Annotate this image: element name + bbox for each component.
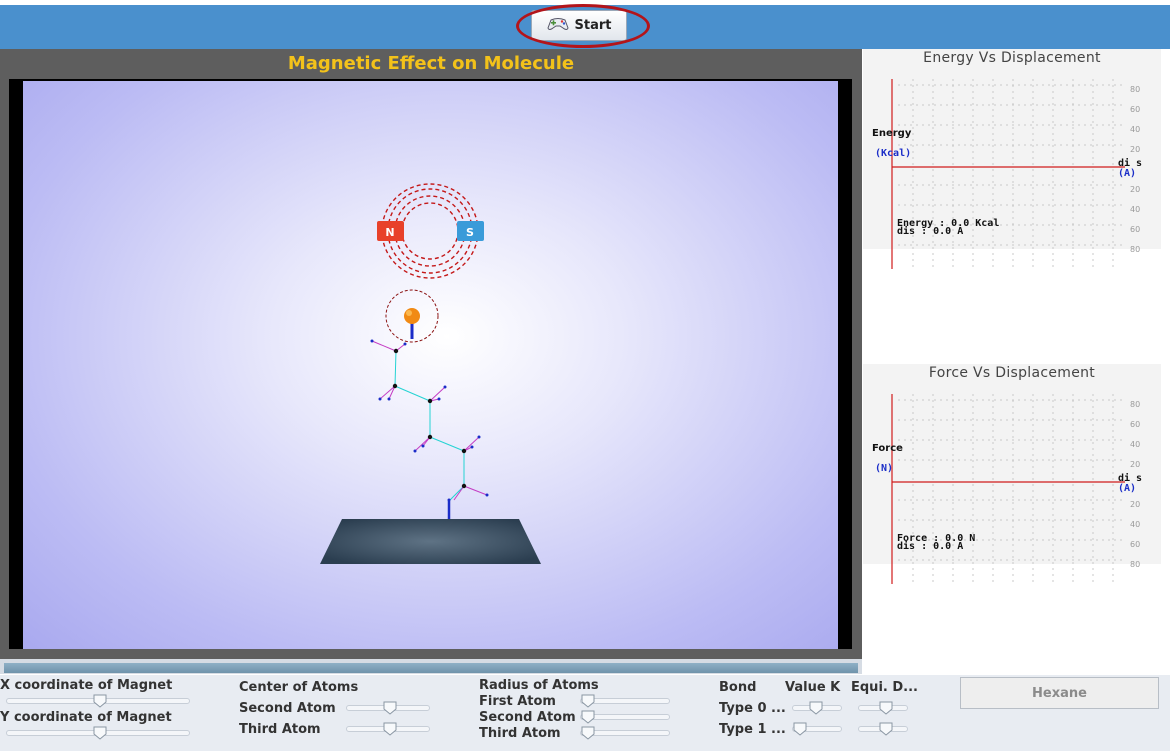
force-ticks: 80 60 40 20 20 40 60 80 bbox=[1130, 400, 1141, 569]
radius-second-atom-slider[interactable] bbox=[580, 710, 670, 724]
x-magnet-label: X coordinate of Magnet bbox=[0, 678, 173, 693]
slider-thumb[interactable] bbox=[93, 694, 107, 708]
app-window: Start Magnetic Effect on Molecule N S En… bbox=[0, 0, 1170, 751]
molecule-chain bbox=[370, 339, 489, 519]
slider-thumb[interactable] bbox=[879, 701, 893, 715]
bond-label: Bond bbox=[719, 680, 757, 695]
force-y-unit: (N) bbox=[875, 463, 894, 474]
y-magnet-label: Y coordinate of Magnet bbox=[0, 710, 172, 725]
slider-thumb[interactable] bbox=[93, 726, 107, 740]
type0-label: Type 0 ... bbox=[719, 701, 786, 716]
base-platform bbox=[320, 519, 541, 564]
radius-first-atom-slider[interactable] bbox=[580, 694, 670, 708]
slider-thumb[interactable] bbox=[809, 701, 823, 715]
radius-first-atom-label: First Atom bbox=[479, 694, 556, 709]
type1-label: Type 1 ... bbox=[719, 722, 786, 737]
slider-thumb[interactable] bbox=[581, 694, 595, 708]
energy-graph-plot bbox=[891, 79, 1125, 269]
type0-k-slider[interactable] bbox=[792, 701, 842, 715]
south-pole: S bbox=[457, 221, 484, 241]
type1-d-slider[interactable] bbox=[858, 722, 908, 736]
slider-thumb[interactable] bbox=[581, 710, 595, 724]
energy-y-name: Energy bbox=[872, 128, 912, 139]
x-magnet-slider[interactable] bbox=[6, 694, 190, 708]
radius-second-atom-label: Second Atom bbox=[479, 710, 576, 725]
force-dis-readout: dis : 0.0 A bbox=[897, 541, 964, 552]
start-label: Start bbox=[574, 18, 612, 33]
north-pole: N bbox=[377, 221, 404, 241]
center-second-atom-label: Second Atom bbox=[239, 701, 336, 716]
force-graph-plot bbox=[891, 394, 1125, 584]
radius-third-atom-label: Third Atom bbox=[479, 726, 561, 741]
svg-text:N: N bbox=[385, 226, 394, 239]
radius-atoms-label: Radius of Atoms bbox=[479, 678, 599, 693]
force-y-name: Force bbox=[872, 443, 903, 454]
slider-thumb[interactable] bbox=[383, 722, 397, 736]
slider-thumb[interactable] bbox=[879, 722, 893, 736]
slider-thumb[interactable] bbox=[383, 701, 397, 715]
type1-k-slider[interactable] bbox=[792, 722, 842, 736]
y-magnet-slider[interactable] bbox=[6, 726, 190, 740]
svg-text:S: S bbox=[466, 226, 474, 239]
center-atoms-label: Center of Atoms bbox=[239, 680, 359, 695]
slider-thumb[interactable] bbox=[581, 726, 595, 740]
center-third-atom-label: Third Atom bbox=[239, 722, 321, 737]
simulation-scene[interactable]: N S bbox=[23, 81, 838, 649]
start-button[interactable]: Start bbox=[531, 10, 627, 41]
energy-y-unit: (Kcal) bbox=[875, 148, 912, 159]
center-third-atom-slider[interactable] bbox=[346, 722, 430, 736]
value-k-label: Value K bbox=[785, 680, 841, 695]
center-second-atom-slider[interactable] bbox=[346, 701, 430, 715]
slider-thumb[interactable] bbox=[793, 722, 807, 736]
gamepad-icon bbox=[546, 16, 569, 36]
magnetic-atom bbox=[404, 308, 420, 324]
molecule-select-button[interactable]: Hexane bbox=[960, 677, 1159, 709]
progress-bar bbox=[4, 663, 858, 673]
equi-d-label: Equi. D... bbox=[851, 680, 918, 695]
simulation-title: Magnetic Effect on Molecule bbox=[287, 53, 575, 74]
energy-dis-readout: dis : 0.0 A bbox=[897, 226, 964, 237]
energy-ticks: 80 60 40 20 20 40 60 80 bbox=[1130, 85, 1141, 254]
radius-third-atom-slider[interactable] bbox=[580, 726, 670, 740]
type0-d-slider[interactable] bbox=[858, 701, 908, 715]
